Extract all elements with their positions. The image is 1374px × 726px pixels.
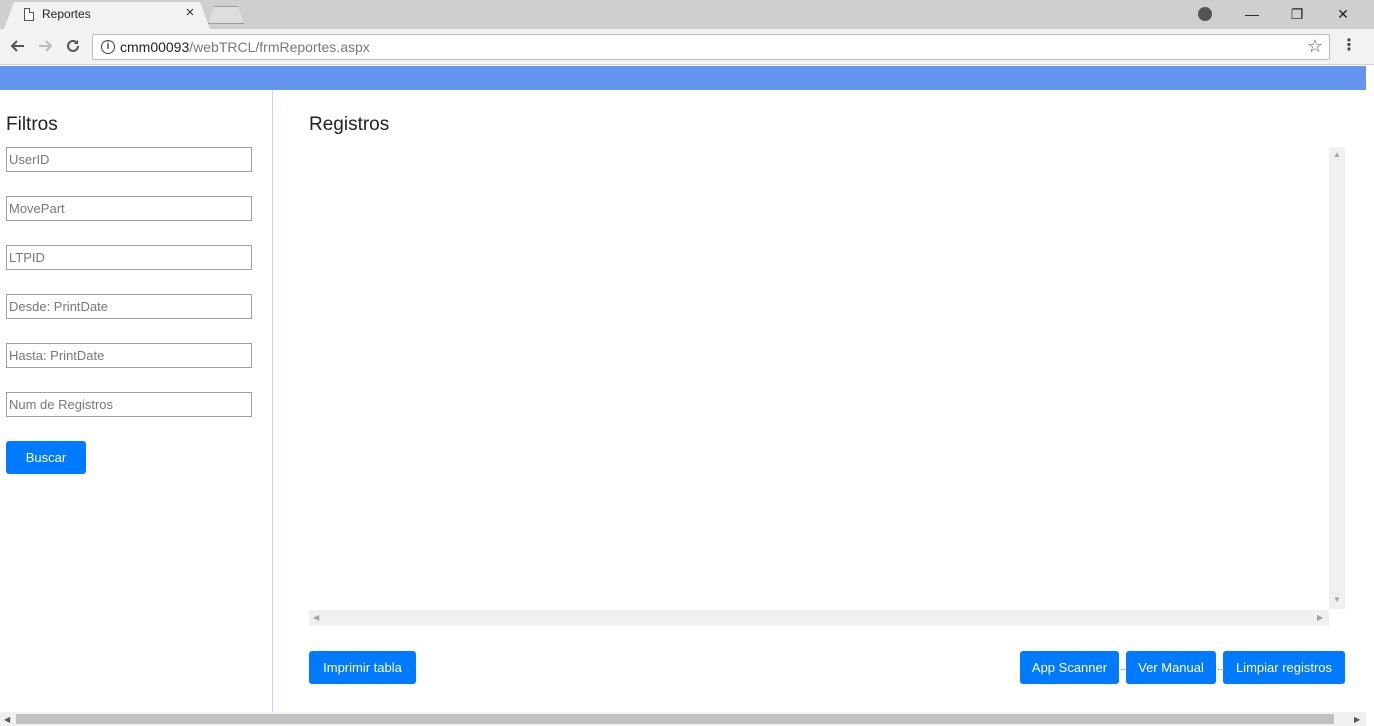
account-icon[interactable]	[1198, 7, 1212, 21]
browser-toolbar: i cmm00093/webTRCL/frmReportes.aspx ☆ ⋮	[0, 29, 1374, 65]
table-vertical-scrollbar[interactable]: ▲ ▼	[1329, 147, 1345, 609]
page-icon	[24, 8, 34, 21]
filters-title: Filtros	[6, 114, 58, 135]
close-tab-icon[interactable]: ×	[182, 5, 198, 21]
separator-dots: ··	[1217, 664, 1223, 675]
info-icon[interactable]: i	[101, 40, 115, 54]
back-arrow-icon[interactable]	[6, 35, 28, 57]
records-title: Registros	[309, 114, 390, 135]
page-scroll-right-icon[interactable]: ▶	[1354, 715, 1360, 724]
browser-tab[interactable]	[4, 2, 210, 29]
close-window-button[interactable]: ✕	[1320, 3, 1366, 25]
view-manual-button[interactable]: Ver Manual	[1126, 651, 1216, 684]
url-host: cmm00093	[120, 39, 190, 55]
new-tab-button[interactable]	[208, 6, 244, 24]
app-scanner-button[interactable]: App Scanner	[1020, 651, 1119, 684]
url-path: /webTRCL/frmReportes.aspx	[189, 39, 370, 55]
table-horizontal-scrollbar[interactable]: ◀ ▶	[309, 610, 1329, 626]
tab-strip: Reportes × — ❐ ✕	[0, 0, 1374, 29]
scroll-up-icon[interactable]: ▲	[1333, 150, 1341, 159]
page-header-bar	[0, 66, 1366, 90]
page-scroll-thumb[interactable]	[16, 714, 1334, 724]
tab-title: Reportes	[42, 7, 91, 21]
date-from-input[interactable]	[6, 294, 252, 319]
records-table	[309, 147, 1345, 626]
minimize-button[interactable]: —	[1229, 3, 1275, 25]
menu-icon[interactable]: ⋮	[1341, 35, 1357, 57]
star-icon[interactable]: ☆	[1307, 36, 1323, 57]
userid-input[interactable]	[6, 147, 252, 172]
clear-records-button[interactable]: Limpiar registros	[1223, 651, 1345, 684]
record-count-input[interactable]	[6, 392, 252, 417]
reload-icon[interactable]	[62, 35, 84, 57]
search-button[interactable]: Buscar	[6, 441, 86, 474]
forward-arrow-icon[interactable]	[35, 35, 57, 57]
scroll-left-icon[interactable]: ◀	[313, 613, 319, 622]
address-bar[interactable]: i cmm00093/webTRCL/frmReportes.aspx ☆	[92, 34, 1330, 60]
scroll-right-icon[interactable]: ▶	[1317, 613, 1323, 622]
date-to-input[interactable]	[6, 343, 252, 368]
separator-dots: ··	[1120, 664, 1126, 675]
restore-button[interactable]: ❐	[1274, 3, 1320, 25]
scroll-down-icon[interactable]: ▼	[1333, 595, 1341, 604]
print-table-button[interactable]: Imprimir tabla	[309, 651, 416, 684]
movepart-input[interactable]	[6, 196, 252, 221]
url-text: cmm00093/webTRCL/frmReportes.aspx	[120, 39, 370, 55]
page-scroll-left-icon[interactable]: ◀	[4, 715, 10, 724]
ltpid-input[interactable]	[6, 245, 252, 270]
